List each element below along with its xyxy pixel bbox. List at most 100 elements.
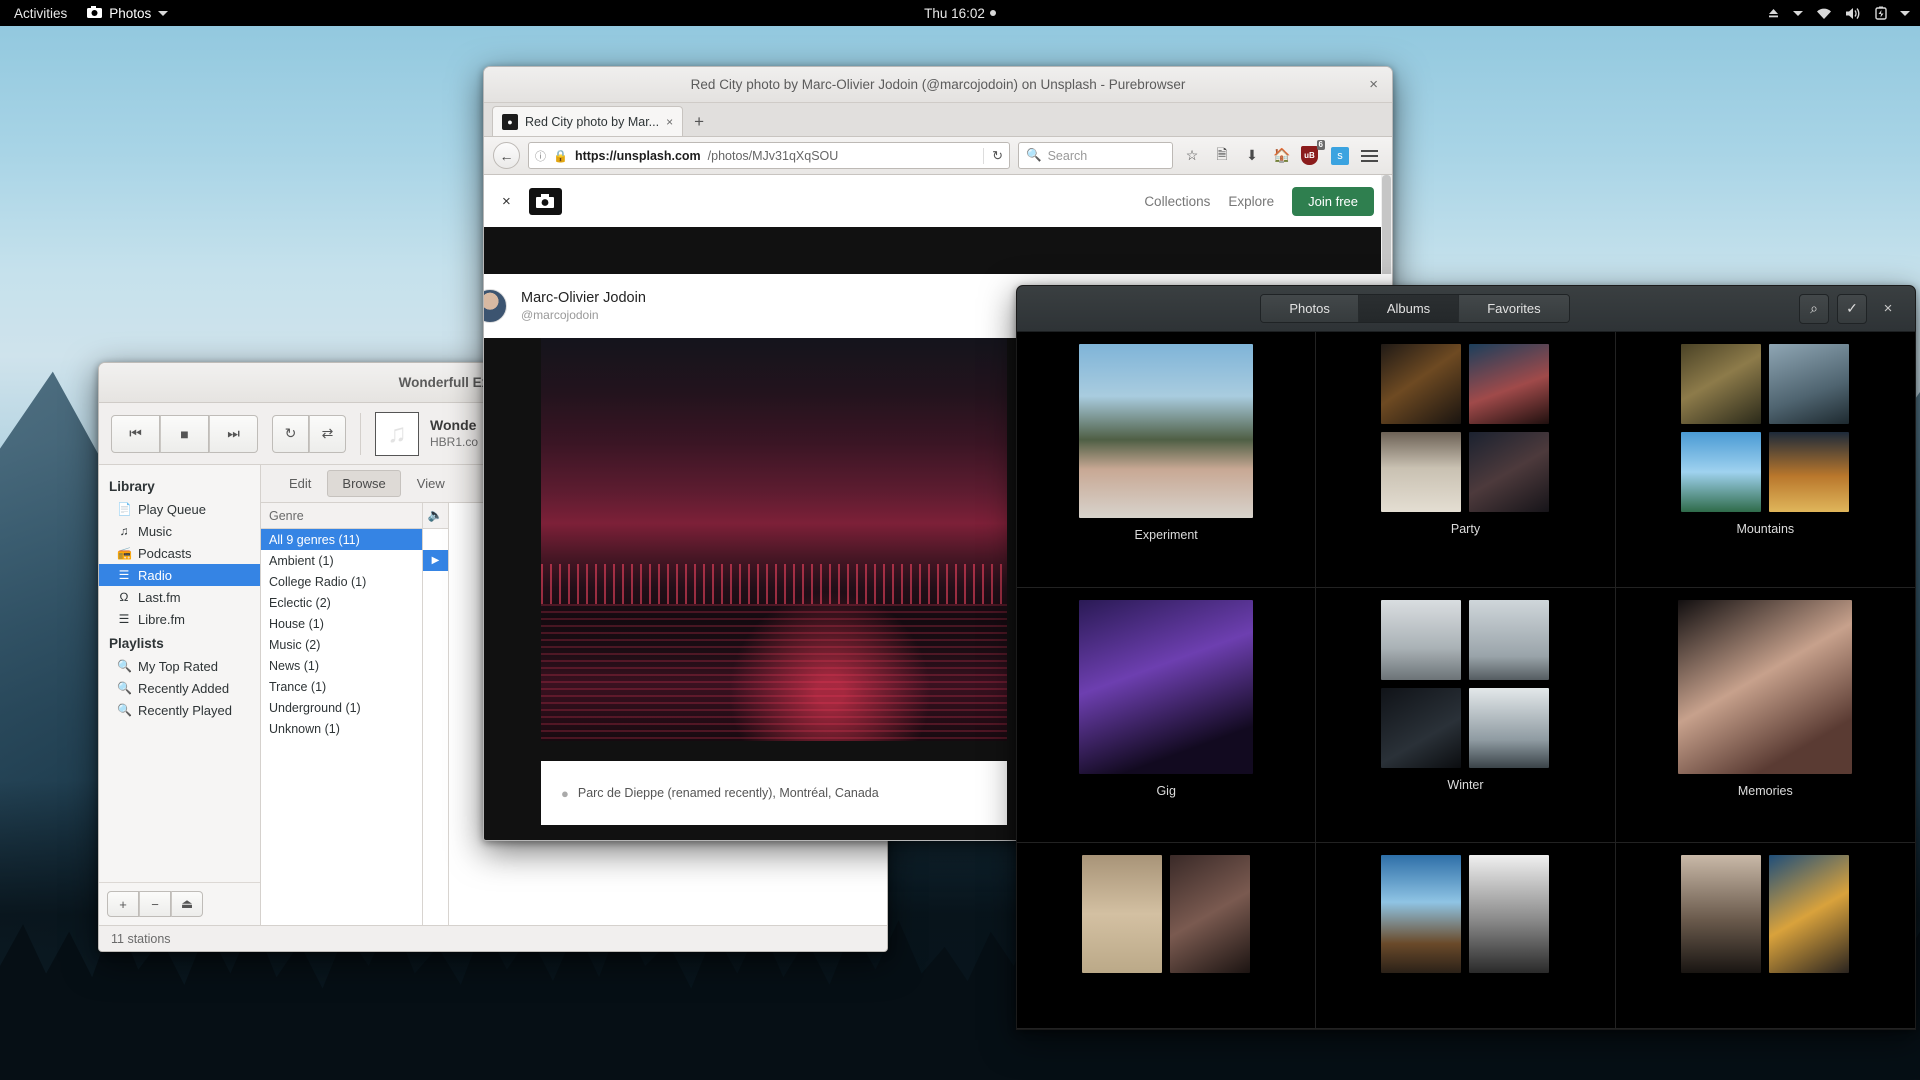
unsplash-camera-logo-icon[interactable] bbox=[528, 187, 562, 215]
app-menu-button[interactable]: Photos bbox=[87, 5, 169, 21]
tab-favorites[interactable]: Favorites bbox=[1459, 295, 1569, 322]
sidebar-action-buttons[interactable]: + − ⏏ bbox=[99, 882, 260, 925]
ublock-label: uB bbox=[1304, 151, 1315, 160]
album-thumbnails bbox=[1647, 344, 1883, 512]
genre-row[interactable]: Underground (1) bbox=[261, 697, 422, 718]
tab-browse[interactable]: Browse bbox=[327, 470, 401, 497]
album-cell[interactable]: Experiment bbox=[1017, 332, 1317, 588]
url-bar[interactable]: ⓘ 🔒 https://unsplash.com /photos/MJv31qX… bbox=[528, 142, 1010, 169]
unsplash-nav-bar[interactable]: × Collections Explore Join free bbox=[484, 175, 1392, 227]
album-thumbnail bbox=[1469, 599, 1550, 680]
back-button[interactable]: ← bbox=[493, 142, 520, 169]
tab-edit[interactable]: Edit bbox=[275, 471, 325, 496]
system-tray[interactable] bbox=[1767, 6, 1910, 20]
genre-row[interactable]: House (1) bbox=[261, 613, 422, 634]
album-cell[interactable]: Winter bbox=[1316, 587, 1616, 844]
sidebar-item-podcasts[interactable]: 📻 Podcasts bbox=[99, 542, 260, 564]
remove-playlist-button[interactable]: − bbox=[139, 891, 171, 917]
album-thumbnail bbox=[1381, 432, 1462, 512]
genre-row[interactable]: Trance (1) bbox=[261, 676, 422, 697]
playlist-item-recently-played[interactable]: 🔍 Recently Played bbox=[99, 699, 260, 721]
album-name: Gig bbox=[1156, 783, 1176, 798]
play-marker-icon[interactable]: ▶ bbox=[423, 550, 448, 571]
genre-row[interactable]: Music (2) bbox=[261, 634, 422, 655]
avatar[interactable] bbox=[484, 289, 507, 323]
unsplash-photo-image[interactable] bbox=[541, 338, 1007, 741]
album-cell[interactable] bbox=[1615, 843, 1915, 1029]
activities-button[interactable]: Activities bbox=[14, 6, 67, 21]
sidebar-item-lastfm[interactable]: Ω Last.fm bbox=[99, 586, 260, 608]
photos-view-tabs[interactable]: Photos Albums Favorites bbox=[1260, 294, 1570, 323]
playback-mode-controls[interactable]: ↻ ⇄ bbox=[272, 414, 346, 453]
playlist-item-recently-added[interactable]: 🔍 Recently Added bbox=[99, 677, 260, 699]
rhythmbox-sidebar[interactable]: Library 📄 Play Queue ♫ Music 📻 Podcasts … bbox=[99, 465, 261, 925]
unsplash-link-explore[interactable]: Explore bbox=[1228, 194, 1274, 209]
page-info-icon[interactable]: ⓘ bbox=[535, 148, 546, 164]
sidebar-item-radio[interactable]: ☰ Radio bbox=[99, 564, 260, 586]
clock-button[interactable]: Thu 16:02 bbox=[924, 6, 996, 21]
library-icon[interactable]: 🗎 bbox=[1211, 144, 1233, 168]
sidebar-item-music[interactable]: ♫ Music bbox=[99, 520, 260, 542]
album-cell[interactable] bbox=[1316, 843, 1616, 1029]
battery-icon bbox=[1875, 6, 1887, 20]
genre-column-header: Genre bbox=[261, 503, 422, 529]
author-name[interactable]: Marc-Olivier Jodoin bbox=[521, 289, 646, 308]
rhythmbox-status-bar: 11 stations bbox=[99, 925, 887, 951]
sync-icon[interactable]: s bbox=[1331, 146, 1353, 165]
genre-column[interactable]: Genre All 9 genres (11) Ambient (1) Coll… bbox=[261, 503, 423, 925]
close-icon[interactable]: × bbox=[502, 193, 511, 210]
album-cell[interactable]: Gig bbox=[1017, 587, 1317, 844]
bookmark-star-icon[interactable]: ☆ bbox=[1181, 147, 1203, 164]
genre-row[interactable]: Ambient (1) bbox=[261, 550, 422, 571]
tab-view[interactable]: View bbox=[403, 471, 459, 496]
unsplash-link-collections[interactable]: Collections bbox=[1144, 194, 1210, 209]
sidebar-item-play-queue[interactable]: 📄 Play Queue bbox=[99, 498, 260, 520]
tab-close-icon[interactable]: × bbox=[666, 115, 673, 129]
close-icon[interactable]: × bbox=[1875, 296, 1901, 322]
gnome-photos-window[interactable]: Photos Albums Favorites ⌕ ✓ × Experiment… bbox=[1016, 285, 1916, 1030]
genre-row[interactable]: College Radio (1) bbox=[261, 571, 422, 592]
menu-icon[interactable] bbox=[1361, 149, 1383, 162]
station-play-column[interactable]: 🔈 ▶ bbox=[423, 503, 449, 925]
transport-controls[interactable]: ⏮ ■ ⏭ bbox=[111, 414, 258, 453]
stop-button[interactable]: ■ bbox=[160, 414, 209, 453]
genre-row[interactable]: News (1) bbox=[261, 655, 422, 676]
podcast-icon: 📻 bbox=[117, 546, 132, 560]
browser-tab-strip[interactable]: ● Red City photo by Mar... × + bbox=[484, 103, 1392, 137]
eject-button[interactable]: ⏏ bbox=[171, 891, 203, 917]
repeat-button[interactable]: ↻ bbox=[272, 414, 309, 453]
author-handle[interactable]: @marcojodoin bbox=[521, 308, 646, 324]
chevron-down-icon bbox=[1793, 10, 1803, 16]
join-free-button[interactable]: Join free bbox=[1292, 186, 1374, 216]
browser-nav-bar[interactable]: ← ⓘ 🔒 https://unsplash.com /photos/MJv31… bbox=[484, 137, 1392, 175]
reload-icon[interactable]: ↻ bbox=[983, 147, 1003, 164]
playlists-header: Playlists bbox=[109, 636, 164, 651]
add-playlist-button[interactable]: + bbox=[107, 891, 139, 917]
next-button[interactable]: ⏭ bbox=[209, 414, 258, 453]
close-icon[interactable]: × bbox=[1369, 76, 1378, 93]
album-cell[interactable]: Party bbox=[1316, 332, 1616, 588]
album-cell[interactable]: Memories bbox=[1615, 588, 1915, 844]
album-cell[interactable] bbox=[1017, 843, 1317, 1029]
search-input[interactable]: 🔍 Search bbox=[1018, 142, 1173, 169]
select-check-icon[interactable]: ✓ bbox=[1837, 293, 1867, 324]
search-icon[interactable]: ⌕ bbox=[1799, 293, 1829, 324]
lastfm-icon: Ω bbox=[119, 590, 129, 604]
tab-photos[interactable]: Photos bbox=[1261, 295, 1359, 322]
playlist-item-my-top-rated[interactable]: 🔍 My Top Rated bbox=[99, 655, 260, 677]
tab-albums[interactable]: Albums bbox=[1358, 295, 1460, 322]
previous-button[interactable]: ⏮ bbox=[111, 414, 160, 453]
albums-grid[interactable]: Experiment Party Mountains Gig Winter Memorie… bbox=[1017, 332, 1915, 1029]
new-tab-button[interactable]: + bbox=[685, 112, 713, 136]
download-icon[interactable]: ⬇ bbox=[1241, 147, 1263, 164]
shuffle-button[interactable]: ⇄ bbox=[309, 414, 346, 453]
genre-row[interactable]: Eclectic (2) bbox=[261, 592, 422, 613]
album-cell[interactable]: Mountains bbox=[1615, 332, 1915, 588]
ublock-icon[interactable]: uB 6 bbox=[1301, 140, 1325, 165]
home-icon[interactable]: 🏠 bbox=[1271, 147, 1293, 164]
genre-row[interactable]: All 9 genres (11) bbox=[261, 529, 422, 550]
sidebar-item-librefm[interactable]: ☰ Libre.fm bbox=[99, 608, 260, 630]
genre-row[interactable]: Unknown (1) bbox=[261, 718, 422, 739]
sidebar-item-label: Last.fm bbox=[138, 589, 181, 605]
browser-tab[interactable]: ● Red City photo by Mar... × bbox=[492, 106, 684, 136]
